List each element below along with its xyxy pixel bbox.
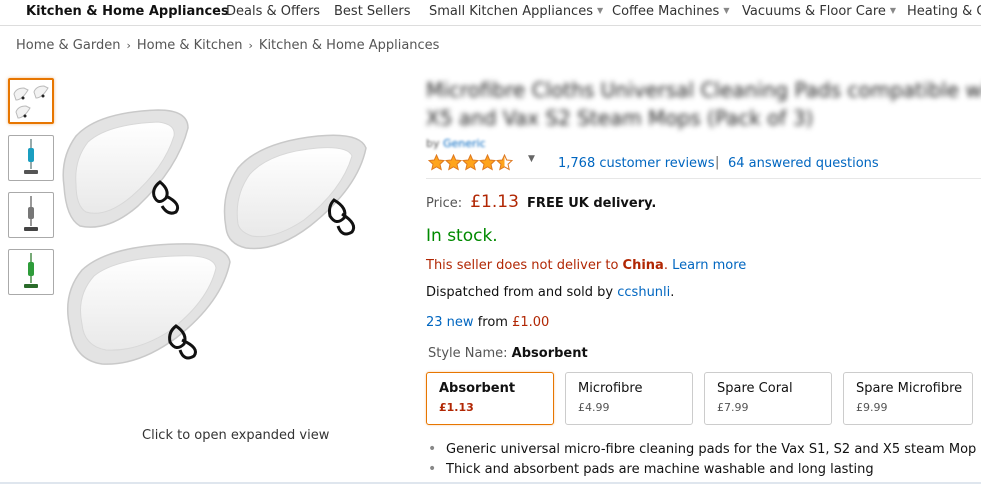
nav-item-vacuums-floor-care[interactable]: Vacuums & Floor Care ▼: [742, 4, 896, 19]
price-row: Price: £1.13 FREE UK delivery.: [426, 192, 656, 212]
star-rating[interactable]: [428, 154, 513, 175]
chevron-down-icon[interactable]: ▼: [528, 154, 535, 164]
feature-bullet: Generic universal micro-fibre cleaning p…: [426, 441, 981, 462]
nav-item-kitchen-home-appliances[interactable]: Kitchen & Home Appliances: [26, 4, 229, 19]
new-offers-from: from: [477, 315, 508, 330]
product-title-line-1: Microfibre Cloths Universal Cleaning Pad…: [426, 78, 981, 102]
feature-bullet: Thick and absorbent pads are machine was…: [426, 461, 981, 482]
breadcrumb-separator-icon: ›: [248, 39, 253, 52]
breadcrumb-link-home-kitchen[interactable]: Home & Kitchen: [137, 38, 243, 53]
chevron-down-icon: ▼: [596, 6, 604, 15]
nav-label: Vacuums & Floor Care: [742, 4, 886, 19]
thumbnail-cleaning-pads[interactable]: [8, 78, 54, 124]
new-offers-link[interactable]: 23 new: [426, 315, 474, 330]
by-label: by: [426, 137, 440, 150]
style-option-price: £1.13: [439, 401, 474, 414]
dispatched-text: Dispatched from and sold by: [426, 285, 614, 300]
chevron-down-icon: ▼: [889, 6, 897, 15]
style-option-spare-microfibre[interactable]: Spare Microfibre £9.99: [843, 372, 973, 425]
divider: [426, 178, 981, 179]
dispatched-info: Dispatched from and sold by ccshunli.: [426, 285, 674, 300]
price-value: £1.13: [470, 192, 519, 212]
breadcrumb: Home & Garden › Home & Kitchen › Kitchen & H…: [16, 38, 439, 53]
style-option-absorbent[interactable]: Absorbent £1.13: [426, 372, 554, 425]
star-icon: [496, 154, 513, 171]
breadcrumb-separator-icon: ›: [126, 39, 131, 52]
style-option-price: £7.99: [717, 401, 749, 414]
breadcrumb-link-kitchen-home-appliances[interactable]: Kitchen & Home Appliances: [259, 38, 440, 53]
feature-bullets: Generic universal micro-fibre cleaning p…: [426, 441, 981, 482]
nav-label: Heating & Co: [907, 4, 981, 19]
nav-label: Small Kitchen Appliances: [429, 4, 593, 19]
star-icon: [479, 154, 496, 171]
thumbnail-steam-mop-grey[interactable]: [8, 192, 54, 238]
nav-label: Deals & Offers: [226, 4, 321, 19]
style-name-label: Style Name: Absorbent: [428, 346, 588, 361]
nav-item-heating-cooling[interactable]: Heating & Co: [907, 4, 981, 19]
brand-link[interactable]: Generic: [443, 137, 486, 150]
nav-label: Best Sellers: [334, 4, 411, 19]
nav-item-best-sellers[interactable]: Best Sellers: [334, 4, 411, 19]
restriction-text: This seller does not deliver to: [426, 258, 619, 273]
breadcrumb-link-home-garden[interactable]: Home & Garden: [16, 38, 120, 53]
style-option-name: Spare Microfibre: [856, 381, 963, 396]
stock-status: In stock.: [426, 226, 498, 246]
new-offers: 23 new from £1.00: [426, 315, 549, 330]
steam-mop-grey-thumb-icon: [24, 196, 38, 231]
selected-style: Absorbent: [511, 346, 588, 361]
style-option-name: Microfibre: [578, 381, 643, 396]
style-option-price: £4.99: [578, 401, 610, 414]
restriction-country: China: [622, 258, 664, 273]
nav-item-coffee-machines[interactable]: Coffee Machines ▼: [612, 4, 729, 19]
style-option-microfibre[interactable]: Microfibre £4.99: [565, 372, 693, 425]
learn-more-link[interactable]: Learn more: [672, 258, 746, 273]
nav-label: Kitchen & Home Appliances: [26, 4, 229, 19]
delivery-restriction: This seller does not deliver to China. L…: [426, 258, 746, 273]
nav-item-deals-offers[interactable]: Deals & Offers: [226, 4, 320, 19]
dispatched-period: .: [670, 285, 675, 300]
expand-view-hint[interactable]: Click to open expanded view: [142, 428, 329, 443]
answered-questions-link[interactable]: 64 answered questions: [728, 156, 879, 171]
style-option-price: £9.99: [856, 401, 888, 414]
style-option-spare-coral[interactable]: Spare Coral £7.99: [704, 372, 832, 425]
restriction-period: .: [663, 258, 668, 273]
product-title: Microfibre Cloths Universal Cleaning Pad…: [426, 76, 981, 132]
thumbnail-steam-mop-blue[interactable]: [8, 135, 54, 181]
nav-label: Coffee Machines: [612, 4, 720, 19]
thumbnail-steam-mop-green[interactable]: [8, 249, 54, 295]
nav-item-small-kitchen-appliances[interactable]: Small Kitchen Appliances ▼: [429, 4, 603, 19]
separator: |: [715, 155, 720, 170]
chevron-down-icon: ▼: [723, 6, 730, 15]
delivery-info: FREE UK delivery.: [527, 196, 657, 211]
new-offers-price: £1.00: [512, 315, 550, 330]
brand-byline: by Generic: [426, 137, 486, 150]
cleaning-pads-thumb-icon: [13, 85, 49, 119]
price-label: Price:: [426, 196, 463, 211]
style-option-name: Spare Coral: [717, 381, 793, 396]
cleaning-pads-image: [62, 109, 367, 365]
main-product-image[interactable]: [58, 108, 398, 398]
seller-link[interactable]: ccshunli: [617, 285, 670, 300]
star-icon: [428, 154, 445, 171]
style-option-name: Absorbent: [439, 381, 516, 396]
product-title-line-2: X5 and Vax S2 Steam Mops (Pack of 3): [426, 106, 814, 130]
style-label: Style Name:: [428, 346, 508, 361]
steam-mop-blue-thumb-icon: [24, 139, 38, 174]
star-icon: [445, 154, 462, 171]
star-icon: [462, 154, 479, 171]
category-nav: Kitchen & Home Appliances Deals & Offers…: [0, 0, 981, 26]
steam-mop-green-thumb-icon: [24, 253, 38, 288]
customer-reviews-link[interactable]: 1,768 customer reviews: [558, 156, 714, 171]
